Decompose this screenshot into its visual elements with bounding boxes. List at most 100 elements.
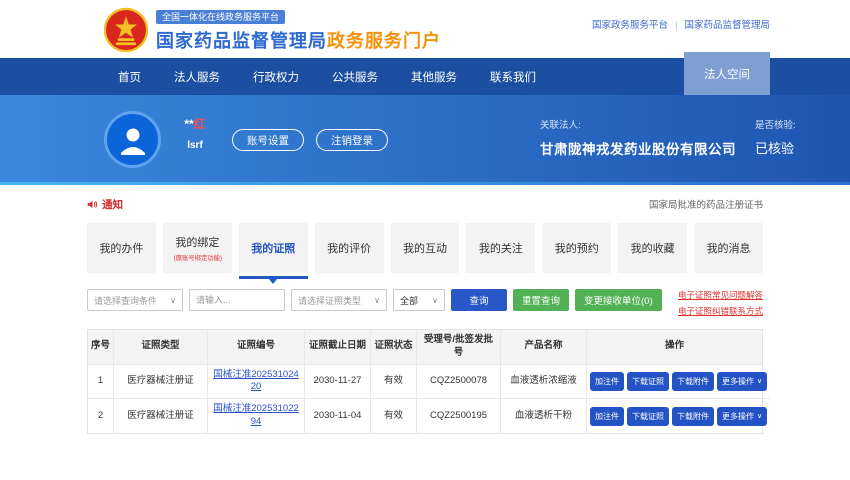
keyword-input[interactable] bbox=[189, 289, 285, 311]
tabs: 我的办件 我的绑定 (原账号绑定功能) 我的证照 我的评价 我的互动 我的关注 … bbox=[87, 223, 763, 273]
col-expiry: 证照截止日期 bbox=[305, 330, 371, 365]
tab-my-appointments[interactable]: 我的预约 bbox=[542, 223, 611, 273]
tab-my-reviews[interactable]: 我的评价 bbox=[315, 223, 384, 273]
nav-item-contact-us[interactable]: 联系我们 bbox=[490, 69, 536, 85]
tab-my-messages[interactable]: 我的消息 bbox=[694, 223, 763, 273]
user-banner: **红 lsrf 账号设置 注销登录 关联法人: 甘肃陇神戎发药业股份有限公司 … bbox=[0, 95, 850, 185]
cell-seq: 1 bbox=[88, 365, 114, 400]
tab-my-interactions[interactable]: 我的互动 bbox=[391, 223, 460, 273]
download-certificate-button[interactable]: 下载证照 bbox=[627, 407, 669, 426]
top-link-gov-platform[interactable]: 国家政务服务平台 bbox=[592, 20, 668, 31]
col-product: 产品名称 bbox=[501, 330, 587, 365]
cell-expiry: 2030-11-04 bbox=[305, 399, 371, 433]
nav-item-legal-services[interactable]: 法人服务 bbox=[174, 69, 220, 85]
add-annotation-button[interactable]: 加注件 bbox=[590, 372, 624, 391]
table-header-row: 序号 证照类型 证照编号 证照截止日期 证照状态 受理号/批签发批号 产品名称 … bbox=[88, 330, 762, 365]
tab-label: 我的消息 bbox=[707, 240, 751, 256]
col-seq: 序号 bbox=[88, 330, 114, 365]
more-actions-button[interactable]: 更多操作 ∨ bbox=[717, 372, 767, 391]
cell-receipt: CQZ2500078 bbox=[417, 365, 501, 400]
col-type: 证照类型 bbox=[114, 330, 208, 365]
more-actions-label: 更多操作 bbox=[722, 411, 754, 422]
verify-block: 是否核验: 已核验 bbox=[755, 117, 796, 157]
tab-label: 我的评价 bbox=[327, 240, 371, 256]
avatar[interactable] bbox=[104, 111, 161, 168]
tab-my-binding[interactable]: 我的绑定 (原账号绑定功能) bbox=[163, 223, 232, 273]
col-status: 证照状态 bbox=[371, 330, 417, 365]
cell-status: 有效 bbox=[371, 365, 417, 400]
download-attachment-button[interactable]: 下载附件 bbox=[672, 372, 714, 391]
chevron-down-icon: ∨ bbox=[432, 296, 438, 305]
active-tab-indicator bbox=[239, 276, 308, 279]
site-title-main: 国家药品监督管理局 bbox=[156, 31, 327, 51]
chevron-down-icon: ∨ bbox=[170, 296, 176, 305]
account-settings-button[interactable]: 账号设置 bbox=[232, 129, 304, 151]
tab-my-follows[interactable]: 我的关注 bbox=[466, 223, 535, 273]
tab-label: 我的证照 bbox=[251, 240, 295, 256]
user-display-name: **红 bbox=[172, 115, 218, 132]
certificate-faq-link[interactable]: 电子证照常见问题解答 bbox=[678, 289, 763, 301]
row-actions: 加注件 下载证照 下载附件 更多操作 ∨ bbox=[590, 407, 767, 426]
cell-type: 医疗器械注册证 bbox=[114, 365, 208, 400]
cell-receipt: CQZ2500195 bbox=[417, 399, 501, 433]
change-receiver-button[interactable]: 变更接收单位(0) bbox=[575, 289, 662, 311]
tab-label: 我的收藏 bbox=[631, 240, 675, 256]
nav-bar: 首页 法人服务 行政权力 公共服务 其他服务 联系我们 法人空间 bbox=[0, 58, 850, 95]
tab-label: 我的绑定 bbox=[175, 234, 219, 250]
more-actions-button[interactable]: 更多操作 ∨ bbox=[717, 407, 767, 426]
reset-query-button[interactable]: 重置查询 bbox=[513, 289, 569, 311]
row-actions: 加注件 下载证照 下载附件 更多操作 ∨ bbox=[590, 372, 767, 391]
cell-product: 血液透析干粉 bbox=[501, 399, 587, 433]
scope-select[interactable]: 全部 ∨ bbox=[393, 289, 445, 311]
cell-status: 有效 bbox=[371, 399, 417, 433]
user-icon bbox=[116, 123, 150, 157]
verify-status: 已核验 bbox=[755, 138, 796, 157]
filter-links: 电子证照常见问题解答 电子证照纠错联系方式 bbox=[678, 289, 763, 317]
nav-item-home[interactable]: 首页 bbox=[118, 69, 141, 85]
download-certificate-button[interactable]: 下载证照 bbox=[627, 372, 669, 391]
table-row: 2 医疗器械注册证 国械注准20253102294 2030-11-04 有效 … bbox=[88, 399, 762, 433]
chevron-down-icon: ∨ bbox=[757, 377, 762, 385]
nav-item-other-services[interactable]: 其他服务 bbox=[411, 69, 457, 85]
top-link-nmpa[interactable]: 国家药品监督管理局 bbox=[684, 20, 770, 31]
national-emblem-icon bbox=[104, 7, 148, 53]
certificate-contact-link[interactable]: 电子证照纠错联系方式 bbox=[678, 305, 763, 317]
certificate-type-value: 请选择证照类型 bbox=[298, 294, 361, 307]
tab-sublabel: (原账号绑定功能) bbox=[173, 253, 221, 262]
tab-my-items[interactable]: 我的办件 bbox=[87, 223, 156, 273]
col-actions: 操作 bbox=[587, 330, 762, 365]
tab-my-certificates[interactable]: 我的证照 bbox=[239, 223, 308, 273]
tab-my-favorites[interactable]: 我的收藏 bbox=[618, 223, 687, 273]
certificate-number-link[interactable]: 国械注准20253102420 bbox=[211, 369, 301, 395]
filter-bar: 请选择查询条件 ∨ 请选择证照类型 ∨ 全部 ∨ 查询 重置查询 变更接收单位(… bbox=[87, 289, 763, 317]
legal-person-space-button[interactable]: 法人空间 bbox=[684, 52, 770, 95]
notice-left[interactable]: 通知 bbox=[87, 197, 123, 212]
table-row: 1 医疗器械注册证 国械注准20253102420 2030-11-27 有效 … bbox=[88, 365, 762, 400]
tab-label: 我的办件 bbox=[99, 240, 143, 256]
brand: 全国一体化在线政务服务平台 国家药品监督管理局政务服务门户 bbox=[104, 7, 441, 53]
certificate-type-select[interactable]: 请选择证照类型 ∨ bbox=[291, 289, 387, 311]
cell-product: 血液透析浓缩液 bbox=[501, 365, 587, 400]
certificates-table: 序号 证照类型 证照编号 证照截止日期 证照状态 受理号/批签发批号 产品名称 … bbox=[87, 329, 763, 434]
speaker-icon bbox=[87, 199, 98, 210]
add-annotation-button[interactable]: 加注件 bbox=[590, 407, 624, 426]
notice-row: 通知 国家局批准的药品注册证书 bbox=[87, 195, 763, 213]
platform-badge: 全国一体化在线政务服务平台 bbox=[156, 10, 285, 24]
nav-item-public-services[interactable]: 公共服务 bbox=[332, 69, 378, 85]
notice-right-text[interactable]: 国家局批准的药品注册证书 bbox=[649, 197, 763, 211]
query-condition-select[interactable]: 请选择查询条件 ∨ bbox=[87, 289, 183, 311]
site-title: 国家药品监督管理局政务服务门户 bbox=[156, 27, 441, 53]
download-attachment-button[interactable]: 下载附件 bbox=[672, 407, 714, 426]
main-content: 通知 国家局批准的药品注册证书 我的办件 我的绑定 (原账号绑定功能) 我的证照… bbox=[87, 185, 763, 434]
query-button[interactable]: 查询 bbox=[451, 289, 507, 311]
verify-label: 是否核验: bbox=[755, 117, 796, 131]
certificate-number-link[interactable]: 国械注准20253102294 bbox=[211, 403, 301, 429]
brand-text: 全国一体化在线政务服务平台 国家药品监督管理局政务服务门户 bbox=[156, 7, 441, 53]
related-entity-label: 关联法人: bbox=[540, 117, 736, 131]
top-links: 国家政务服务平台|国家药品监督管理局 bbox=[592, 17, 770, 31]
cell-seq: 2 bbox=[88, 399, 114, 433]
chevron-down-icon: ∨ bbox=[757, 412, 762, 420]
logout-button[interactable]: 注销登录 bbox=[316, 129, 388, 151]
user-name-char: 红 bbox=[194, 117, 206, 131]
nav-item-admin-power[interactable]: 行政权力 bbox=[253, 69, 299, 85]
